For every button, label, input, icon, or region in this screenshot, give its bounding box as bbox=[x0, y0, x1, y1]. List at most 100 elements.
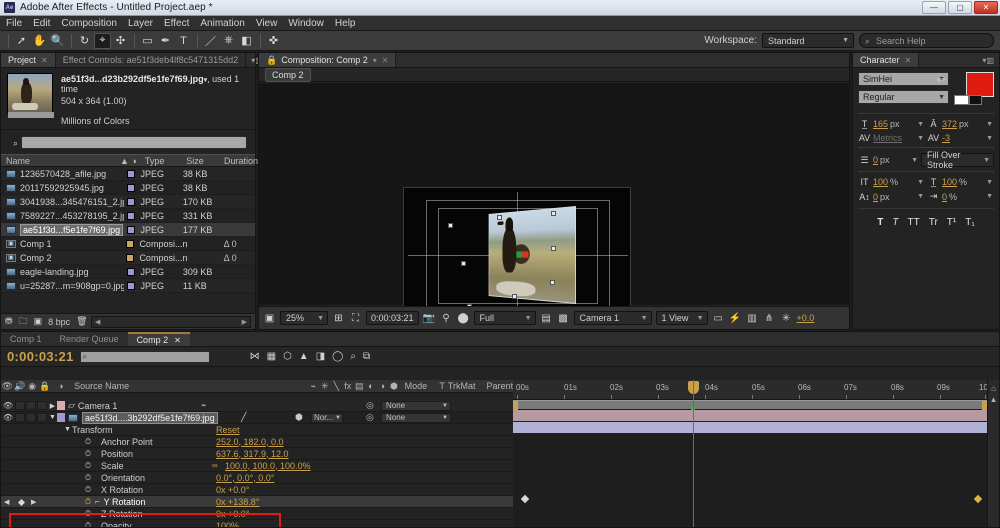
delete-icon[interactable]: 🗑 bbox=[76, 316, 87, 327]
t-header[interactable]: T bbox=[436, 381, 448, 391]
collapse-transform-triangle-icon[interactable]: ▼ bbox=[63, 426, 72, 433]
zoom-tool-icon[interactable]: 🔍 bbox=[49, 33, 66, 49]
list-item[interactable]: ▣ Comp 1 Composi...n Δ 0 bbox=[1, 237, 255, 251]
label-swatch-cell[interactable] bbox=[124, 169, 137, 178]
parent-select[interactable]: None ▼ bbox=[381, 400, 451, 411]
transparency-grid-icon[interactable]: ▩ bbox=[557, 313, 570, 324]
font-size-field[interactable]: T̲ 165 px ▼ bbox=[858, 119, 924, 129]
next-keyframe-arrow-icon[interactable]: ▶ bbox=[31, 498, 36, 506]
parent-pick-whip-icon[interactable]: ◎ bbox=[366, 400, 374, 411]
new-folder-icon[interactable]: 🗀 bbox=[19, 314, 28, 330]
faux-bold-button[interactable]: T bbox=[877, 217, 883, 228]
column-header-sort-icon[interactable]: ▲ bbox=[115, 156, 129, 166]
audio-switch[interactable] bbox=[15, 401, 25, 410]
pixel-aspect-correction-icon[interactable]: ▭ bbox=[712, 313, 725, 324]
minimize-button[interactable]: — bbox=[922, 1, 946, 14]
parent-header[interactable]: Parent bbox=[481, 381, 514, 391]
stopwatch-icon-active[interactable]: ⏱ bbox=[83, 497, 93, 507]
subscript-button[interactable]: T₁ bbox=[965, 217, 974, 228]
hand-tool-icon[interactable]: ✋ bbox=[31, 33, 48, 49]
fill-color-swatch[interactable] bbox=[966, 72, 994, 97]
draft-3d-icon[interactable]: ▦ bbox=[267, 351, 276, 362]
layer-handle-bottom-right[interactable] bbox=[550, 280, 555, 285]
menu-item-file[interactable]: File bbox=[6, 18, 22, 29]
always-preview-this-view-icon[interactable]: ▣ bbox=[263, 313, 276, 324]
menu-item-edit[interactable]: Edit bbox=[33, 18, 50, 29]
chevron-down-icon[interactable]: ▼ bbox=[917, 193, 924, 200]
column-header-size[interactable]: Size bbox=[181, 156, 219, 166]
three-d-layer-switch[interactable]: ⬢ bbox=[295, 412, 303, 423]
choose-grid-guides-icon[interactable]: ⊞ bbox=[332, 313, 345, 324]
property-row-y-rotation[interactable]: ◀ ▶ ⏱ ⌐ Y Rotation 0x +138.8° bbox=[1, 496, 513, 508]
list-item-selected[interactable]: ae51f3d...f5e1fe7f69.jpg JPEG 177 KB bbox=[1, 223, 255, 237]
list-item[interactable]: ▣ Comp 2 Composi...n Δ 0 bbox=[1, 251, 255, 265]
keyframe-marker[interactable] bbox=[520, 494, 530, 504]
chevron-down-icon[interactable]: ▼ bbox=[986, 135, 993, 142]
stopwatch-icon[interactable]: ⏱ bbox=[83, 473, 93, 483]
tsume-field[interactable]: ⇥ 0 % ▼ bbox=[927, 191, 993, 202]
puppet-tool-icon[interactable]: ✜ bbox=[265, 33, 282, 49]
chevron-down-icon[interactable]: ▾ bbox=[373, 56, 377, 65]
property-value[interactable]: 100% bbox=[216, 521, 239, 528]
brush-tool-icon[interactable]: ／ bbox=[202, 33, 219, 49]
property-value[interactable]: 637.6, 317.9, 12.0 bbox=[216, 449, 289, 459]
expand-layer-triangle-icon[interactable]: ▶ bbox=[48, 402, 57, 410]
chevron-down-icon[interactable]: ▼ bbox=[917, 135, 924, 142]
snapshot-icon[interactable]: 📷 bbox=[423, 313, 436, 324]
property-value[interactable]: 0x +138.8° bbox=[216, 497, 259, 507]
blending-mode-select[interactable]: Nor... ▼ bbox=[311, 412, 343, 423]
chevron-down-icon[interactable]: ▼ bbox=[917, 121, 924, 128]
all-caps-button[interactable]: TT bbox=[907, 217, 919, 228]
menu-item-composition[interactable]: Composition bbox=[61, 18, 117, 29]
search-help-input[interactable]: ⌕ Search Help bbox=[859, 33, 994, 48]
region-of-interest-icon[interactable]: ▤ bbox=[540, 313, 553, 324]
scroll-right-arrow-icon[interactable]: ▶ bbox=[242, 318, 247, 326]
close-button[interactable]: ✕ bbox=[974, 1, 998, 14]
list-item[interactable]: 20117592925945.jpg JPEG 38 KB bbox=[1, 181, 255, 195]
graph-editor-property-icon[interactable]: ⌐ bbox=[95, 497, 100, 506]
stopwatch-icon[interactable]: ⏱ bbox=[83, 437, 93, 447]
leading-field[interactable]: Â 372 px ▼ bbox=[927, 119, 993, 129]
workspace-select[interactable]: Standard ▼ bbox=[762, 33, 854, 48]
timeline-graph-area[interactable]: 00s 01s 02s 03s 04s 05s 06s 07s 08s 09s … bbox=[513, 380, 999, 527]
trkmat-header[interactable]: TrkMat bbox=[448, 381, 481, 391]
project-search-input[interactable]: ⌕ bbox=[13, 135, 247, 149]
chevron-down-icon[interactable]: ▼ bbox=[911, 157, 918, 164]
keyframe-marker[interactable] bbox=[973, 494, 983, 504]
channel-select-icon[interactable]: ⬤ bbox=[457, 313, 470, 324]
no-color-swatch[interactable] bbox=[969, 95, 982, 105]
vertical-scale-field[interactable]: IT 100 % ▼ bbox=[858, 177, 925, 187]
property-row-anchor-point[interactable]: ⏱ Anchor Point 252.0, 182.0, 0.0 bbox=[1, 436, 513, 448]
lock-switch[interactable] bbox=[37, 401, 47, 410]
selected-layer-image[interactable] bbox=[488, 206, 576, 304]
property-row-z-rotation[interactable]: ⏱ Z Rotation 0x +0.0° bbox=[1, 508, 513, 520]
lock-switch[interactable] bbox=[37, 413, 47, 422]
type-tool-icon[interactable]: T bbox=[175, 33, 192, 49]
tab-character[interactable]: Character ✕ bbox=[853, 53, 920, 67]
stopwatch-icon[interactable]: ⏱ bbox=[83, 461, 93, 471]
pan-behind-tool-icon[interactable]: ✣ bbox=[112, 33, 129, 49]
constrain-proportions-icon[interactable]: ∞ bbox=[212, 461, 218, 470]
scroll-up-arrow-icon[interactable]: ⌂ bbox=[988, 384, 999, 393]
composition-mini-flowchart-icon[interactable]: ⋈ bbox=[250, 351, 260, 362]
resolution-select[interactable]: Full ▼ bbox=[473, 311, 536, 325]
view-layout-select[interactable]: 1 View ▼ bbox=[655, 311, 708, 325]
small-caps-button[interactable]: Tr bbox=[929, 217, 938, 228]
tab-composition[interactable]: 🔒 Composition: Comp 2 ▾ ✕ bbox=[259, 53, 397, 67]
layer-handle-top-left[interactable] bbox=[448, 223, 453, 228]
pen-tool-icon[interactable]: ✒ bbox=[157, 33, 174, 49]
layer-handle-middle-left[interactable] bbox=[461, 261, 466, 266]
eraser-tool-icon[interactable]: ◧ bbox=[238, 33, 255, 49]
source-name-header[interactable]: Source Name bbox=[72, 381, 307, 391]
enable-motion-blur-icon[interactable]: ◨ bbox=[316, 351, 325, 362]
maximize-button[interactable]: ▢ bbox=[948, 1, 972, 14]
mode-header[interactable]: Mode bbox=[400, 381, 437, 391]
tracking-field[interactable]: AV -3 ▼ bbox=[927, 133, 993, 143]
solo-switch[interactable] bbox=[26, 401, 36, 410]
property-value[interactable]: 0x +0.0° bbox=[216, 509, 249, 519]
chevron-down-icon[interactable]: ▼ bbox=[986, 179, 993, 186]
shape-tool-icon[interactable]: ▭ bbox=[139, 33, 156, 49]
label-swatch-cell[interactable] bbox=[123, 253, 136, 262]
stopwatch-icon[interactable]: ⏱ bbox=[83, 521, 93, 528]
layer-row-camera[interactable]: 👁 ▶ ▱ Camera 1 ⌁ ◎ None ▼ bbox=[1, 400, 513, 412]
